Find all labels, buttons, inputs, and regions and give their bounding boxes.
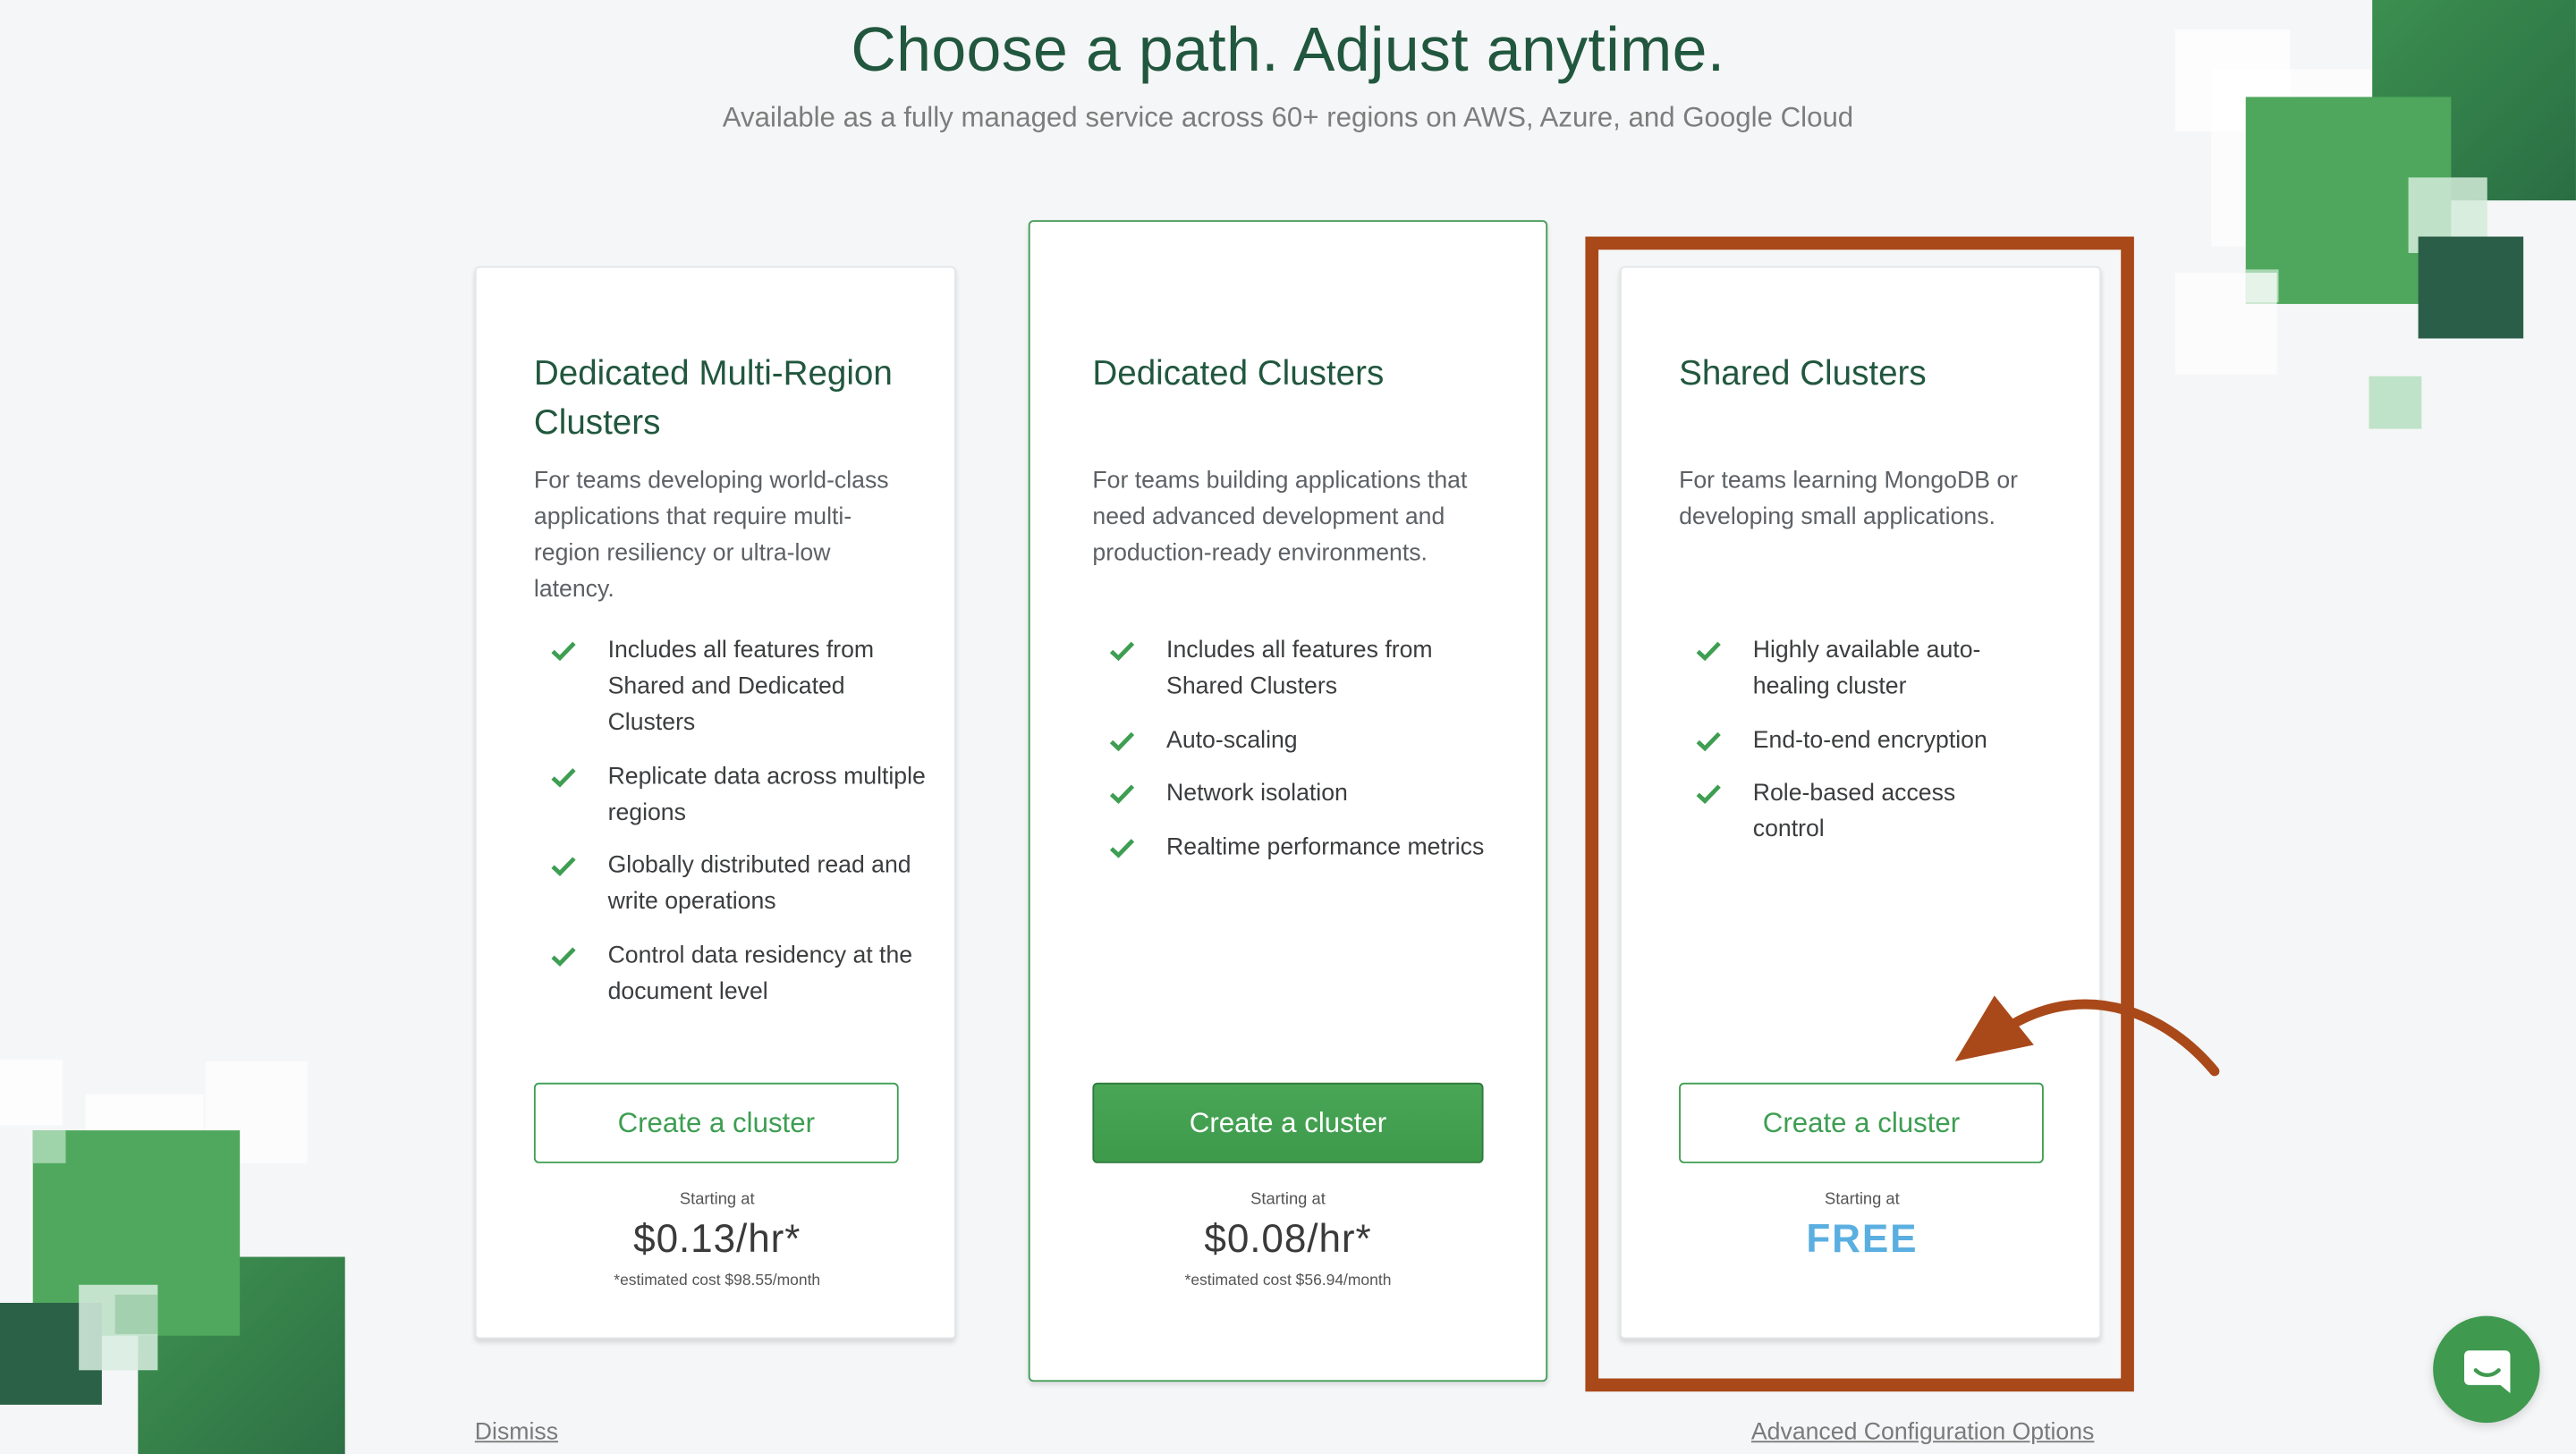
check-icon — [551, 767, 576, 787]
check-icon — [1109, 784, 1135, 805]
starting-at-label: Starting at — [1250, 1191, 1326, 1210]
page: Choose a path. Adjust anytime. Available… — [0, 0, 2576, 1454]
feature-item: Includes all features from Shared and De… — [534, 632, 928, 740]
feature-item: Globally distributed read and write oper… — [534, 848, 928, 920]
plan-title: Dedicated Multi-Region Clusters — [533, 354, 893, 443]
feature-item: Auto-scaling — [1092, 722, 1503, 757]
feature-item: Realtime performance metrics — [1092, 829, 1503, 865]
plan-card-dedicated: Dedicated Clusters For teams building ap… — [1028, 220, 1548, 1382]
plan-description: For teams building applications that nee… — [1092, 468, 1468, 567]
check-icon — [551, 641, 576, 662]
check-icon — [551, 857, 576, 876]
dismiss-link[interactable]: Dismiss — [475, 1419, 558, 1445]
price: $0.08/hr* — [1204, 1217, 1372, 1263]
price: $0.13/hr* — [633, 1217, 801, 1263]
plan-title: Dedicated Clusters — [1092, 354, 1385, 393]
arrow-annotation-icon — [1954, 995, 2220, 1077]
create-cluster-button[interactable]: Create a cluster — [1092, 1082, 1484, 1163]
chat-icon — [2463, 1349, 2510, 1393]
feature-item: Replicate data across multiple regions — [534, 758, 928, 831]
feature-item: Network isolation — [1092, 775, 1503, 811]
feature-list: Includes all features from Shared and De… — [534, 632, 928, 1027]
chat-button[interactable] — [2433, 1315, 2540, 1424]
starting-at-label: Starting at — [679, 1191, 755, 1210]
page-subtitle: Available as a fully managed service acr… — [722, 101, 1854, 133]
advanced-configuration-link[interactable]: Advanced Configuration Options — [1751, 1419, 2094, 1445]
create-cluster-button[interactable]: Create a cluster — [533, 1082, 899, 1163]
check-icon — [551, 946, 576, 967]
plan-description: For teams developing world-class applica… — [533, 468, 889, 604]
feature-item: Control data residency at the document l… — [534, 937, 928, 1010]
feature-list: Includes all features from Shared Cluste… — [1092, 632, 1503, 882]
annotation-highlight-box — [1585, 236, 2134, 1392]
check-icon — [1109, 731, 1135, 751]
page-title: Choose a path. Adjust anytime. — [851, 16, 1725, 86]
estimated-cost: *estimated cost $98.55/month — [614, 1272, 821, 1290]
check-icon — [1109, 641, 1135, 662]
estimated-cost: *estimated cost $56.94/month — [1184, 1272, 1392, 1290]
check-icon — [1109, 838, 1135, 858]
feature-item: Includes all features from Shared Cluste… — [1092, 632, 1503, 705]
plan-card-multi-region: Dedicated Multi-Region Clusters For team… — [474, 266, 956, 1340]
